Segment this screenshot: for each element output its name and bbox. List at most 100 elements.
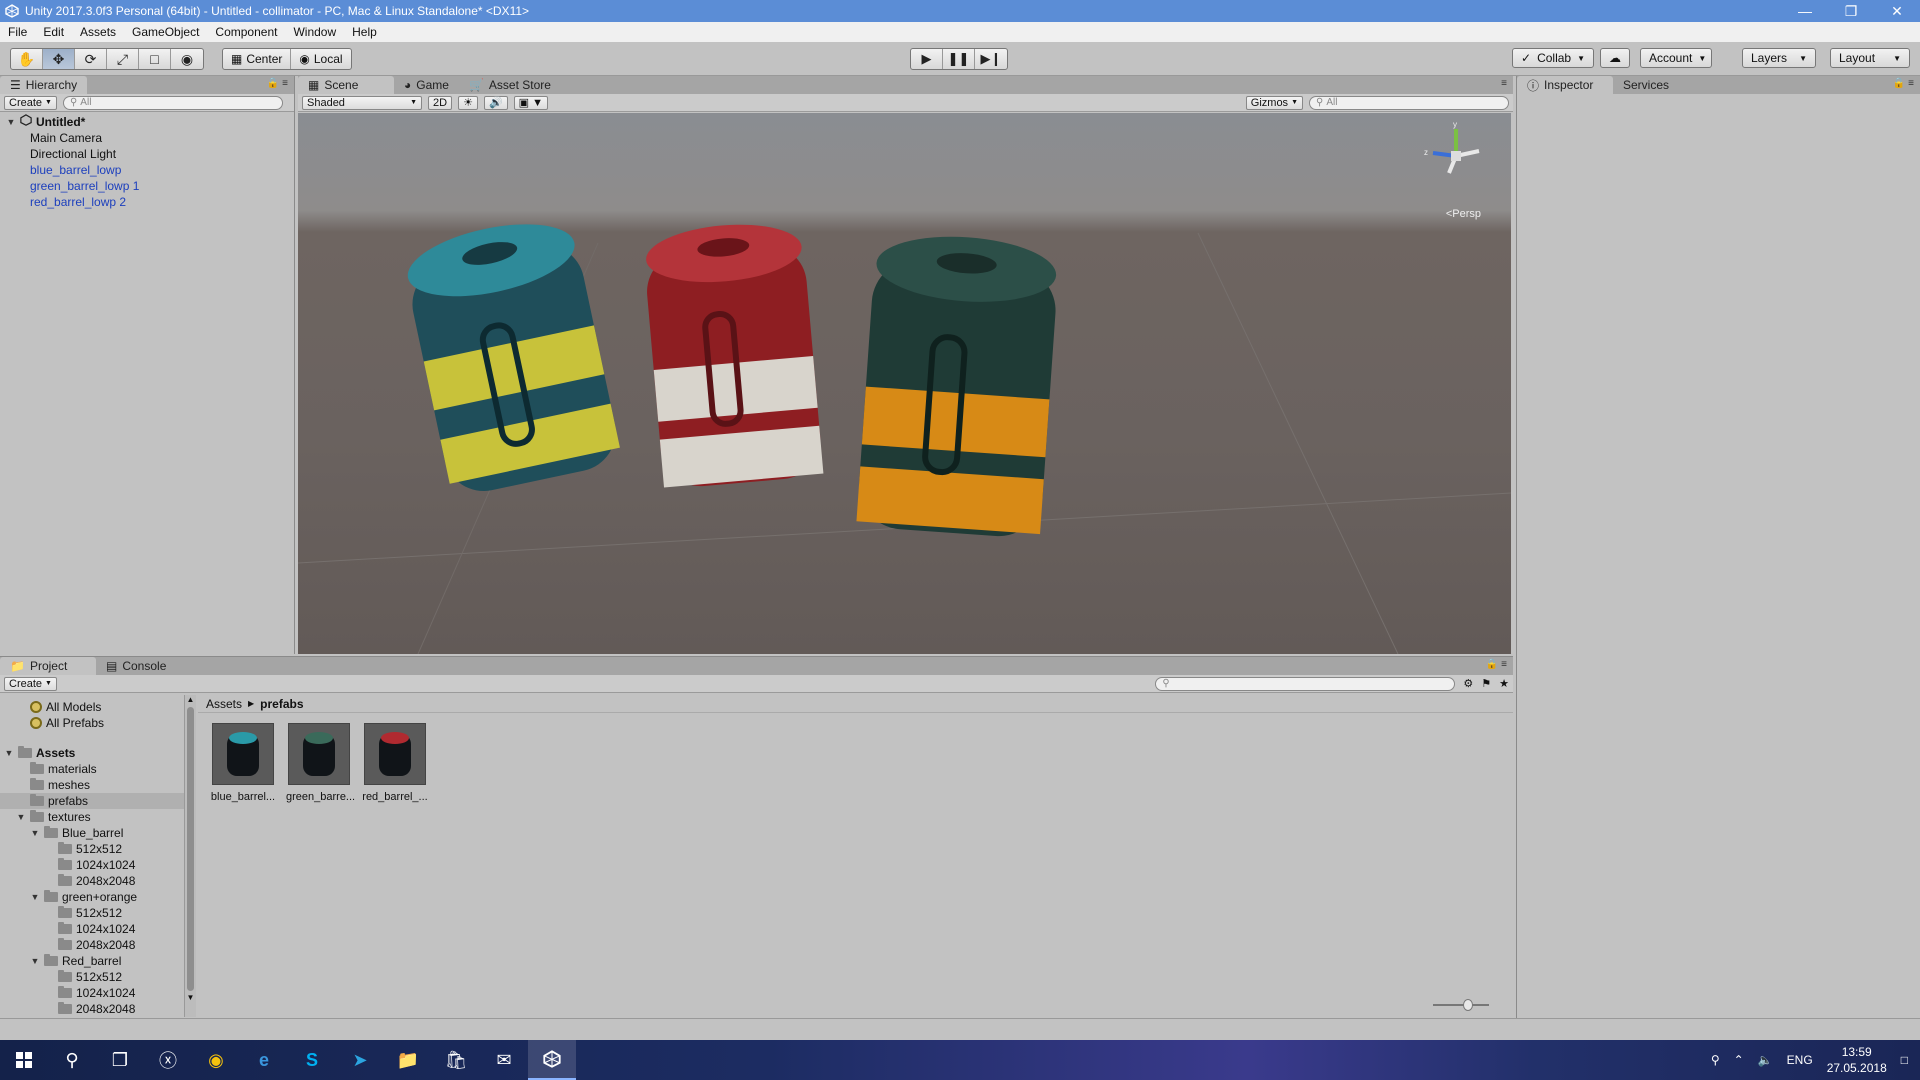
slider-knob[interactable]: [1463, 999, 1473, 1011]
menu-help[interactable]: Help: [344, 22, 385, 42]
tree-folder-size[interactable]: 1024x1024: [0, 857, 190, 873]
tree-scrollbar[interactable]: ▲ ▼: [184, 695, 196, 1017]
orientation-gizmo[interactable]: y z: [1421, 120, 1491, 194]
layout-dropdown[interactable]: Layout ▼: [1830, 48, 1910, 68]
asset-red-barrel[interactable]: red_barrel_...: [362, 723, 428, 803]
task-view-icon[interactable]: ❐: [96, 1040, 144, 1080]
hierarchy-create-dropdown[interactable]: Create ▼: [4, 95, 57, 110]
unity-taskbar-icon[interactable]: [528, 1040, 576, 1080]
hierarchy-item-main-camera[interactable]: Main Camera: [0, 130, 294, 146]
tree-folder-red-barrel[interactable]: ▼ Red_barrel: [0, 953, 190, 969]
tree-folder-textures[interactable]: ▼ textures: [0, 809, 190, 825]
tab-project[interactable]: 📁 Project: [0, 657, 96, 675]
lighting-toggle-icon[interactable]: ☀: [458, 95, 478, 110]
audio-toggle-icon[interactable]: 🔊: [483, 95, 508, 110]
edge-icon[interactable]: e: [240, 1040, 288, 1080]
favorite-all-prefabs[interactable]: All Prefabs: [0, 715, 190, 731]
tree-folder-size[interactable]: 2048x2048: [0, 873, 190, 889]
hierarchy-search-input[interactable]: ⚲ All: [62, 95, 283, 110]
play-icon[interactable]: ▶: [911, 49, 943, 69]
menu-component[interactable]: Component: [207, 22, 285, 42]
rotate-tool-icon[interactable]: ⟳: [75, 49, 107, 69]
tree-folder-blue-barrel[interactable]: ▼ Blue_barrel: [0, 825, 190, 841]
red-barrel[interactable]: [628, 213, 838, 503]
panel-menu-icon[interactable]: 🔒 ≡: [267, 78, 288, 89]
tree-folder-size[interactable]: 512x512: [0, 969, 190, 985]
menu-file[interactable]: File: [0, 22, 35, 42]
favorite-star-icon[interactable]: ★: [1499, 677, 1509, 690]
move-tool-icon[interactable]: ✥: [43, 49, 75, 69]
scene-search-input[interactable]: ⚲ All: [1309, 95, 1509, 110]
menu-assets[interactable]: Assets: [72, 22, 124, 42]
hierarchy-item-green-barrel[interactable]: green_barrel_lowp 1: [0, 178, 294, 194]
mail-icon[interactable]: ✉: [480, 1040, 528, 1080]
scene-root-row[interactable]: ▼ Untitled*: [0, 114, 294, 130]
panel-menu-icon[interactable]: ≡: [1501, 78, 1507, 89]
expand-arrow-icon[interactable]: ▼: [16, 809, 26, 825]
hand-tool-icon[interactable]: ✋: [11, 49, 43, 69]
scale-tool-icon[interactable]: ⤢: [107, 49, 139, 69]
tree-folder-green-orange[interactable]: ▼ green+orange: [0, 889, 190, 905]
tree-folder-materials[interactable]: materials: [0, 761, 190, 777]
tab-asset-store[interactable]: 🛒 Asset Store: [459, 76, 561, 94]
windows-start-icon[interactable]: [0, 1040, 48, 1080]
account-dropdown[interactable]: Account ▼: [1640, 48, 1712, 68]
tree-folder-size[interactable]: 2048x2048: [0, 937, 190, 953]
pause-icon[interactable]: ❚❚: [943, 49, 975, 69]
menu-edit[interactable]: Edit: [35, 22, 72, 42]
scroll-up-icon[interactable]: ▲: [185, 695, 196, 705]
breadcrumb-assets[interactable]: Assets: [206, 697, 242, 711]
expand-arrow-icon[interactable]: ▼: [30, 953, 40, 969]
expand-arrow-icon[interactable]: ▼: [30, 889, 40, 905]
layers-dropdown[interactable]: Layers ▼: [1742, 48, 1816, 68]
tab-hierarchy[interactable]: ☰ Hierarchy: [0, 76, 88, 94]
persp-label[interactable]: <Persp: [1446, 208, 1481, 220]
scroll-down-icon[interactable]: ▼: [185, 993, 196, 1003]
tree-assets-root[interactable]: ▼ Assets: [0, 745, 190, 761]
pivot-center-button[interactable]: ▦ Center: [223, 49, 292, 69]
toggle-2d-button[interactable]: 2D: [428, 95, 453, 110]
skype-icon[interactable]: S: [288, 1040, 336, 1080]
menu-gameobject[interactable]: GameObject: [124, 22, 207, 42]
tab-game[interactable]: ◕ Game: [394, 76, 459, 94]
panel-menu-icon[interactable]: 🔒 ≡: [1486, 659, 1507, 670]
minimize-button[interactable]: —: [1782, 0, 1828, 22]
tree-folder-size[interactable]: 1024x1024: [0, 921, 190, 937]
file-explorer-icon[interactable]: 📁: [384, 1040, 432, 1080]
tree-folder-size[interactable]: 512x512: [0, 905, 190, 921]
chrome-icon[interactable]: ◉: [192, 1040, 240, 1080]
scrollbar-thumb[interactable]: [187, 707, 194, 991]
breadcrumb-prefabs[interactable]: prefabs: [260, 697, 303, 711]
menu-window[interactable]: Window: [285, 22, 344, 42]
restore-button[interactable]: ❐: [1828, 0, 1874, 22]
tree-folder-size[interactable]: 512x512: [0, 841, 190, 857]
expand-arrow-icon[interactable]: ▼: [30, 825, 40, 841]
gizmos-dropdown[interactable]: Gizmos ▼: [1245, 95, 1303, 110]
tab-services[interactable]: Services: [1613, 76, 1679, 94]
project-search-input[interactable]: ⚲: [1155, 676, 1456, 691]
green-barrel[interactable]: [838, 223, 1078, 553]
asset-blue-barrel[interactable]: blue_barrel...: [210, 723, 276, 803]
tree-folder-size[interactable]: 1024x1024: [0, 985, 190, 1001]
close-window-button[interactable]: ✕: [1874, 0, 1920, 22]
xbox-icon[interactable]: ⓧ: [144, 1040, 192, 1080]
asset-green-barrel[interactable]: green_barre...: [286, 723, 355, 803]
tab-console[interactable]: ▤ Console: [96, 657, 176, 675]
volume-icon[interactable]: 🔈: [1758, 1053, 1773, 1067]
effects-toggle-icon[interactable]: ▣ ▼: [513, 95, 548, 110]
store-icon[interactable]: 🛍: [432, 1040, 480, 1080]
blue-barrel[interactable]: [398, 213, 628, 513]
cloud-button[interactable]: ☁: [1600, 48, 1630, 68]
hierarchy-item-blue-barrel[interactable]: blue_barrel_lowp: [0, 162, 294, 178]
tree-folder-prefabs[interactable]: prefabs: [0, 793, 190, 809]
pivot-local-button[interactable]: ◉ Local: [291, 49, 350, 69]
notifications-icon[interactable]: □: [1901, 1053, 1908, 1067]
rect-tool-icon[interactable]: □: [139, 49, 171, 69]
collab-button[interactable]: ✓ Collab ▼: [1512, 48, 1595, 68]
step-icon[interactable]: ▶❙: [975, 49, 1007, 69]
people-icon[interactable]: ⚲: [1711, 1053, 1720, 1067]
expand-arrow-icon[interactable]: ▼: [6, 114, 16, 130]
clock[interactable]: 13:59 27.05.2018: [1827, 1044, 1887, 1076]
expand-arrow-icon[interactable]: ▼: [4, 745, 14, 761]
filter-by-type-icon[interactable]: ⚙: [1463, 677, 1473, 690]
